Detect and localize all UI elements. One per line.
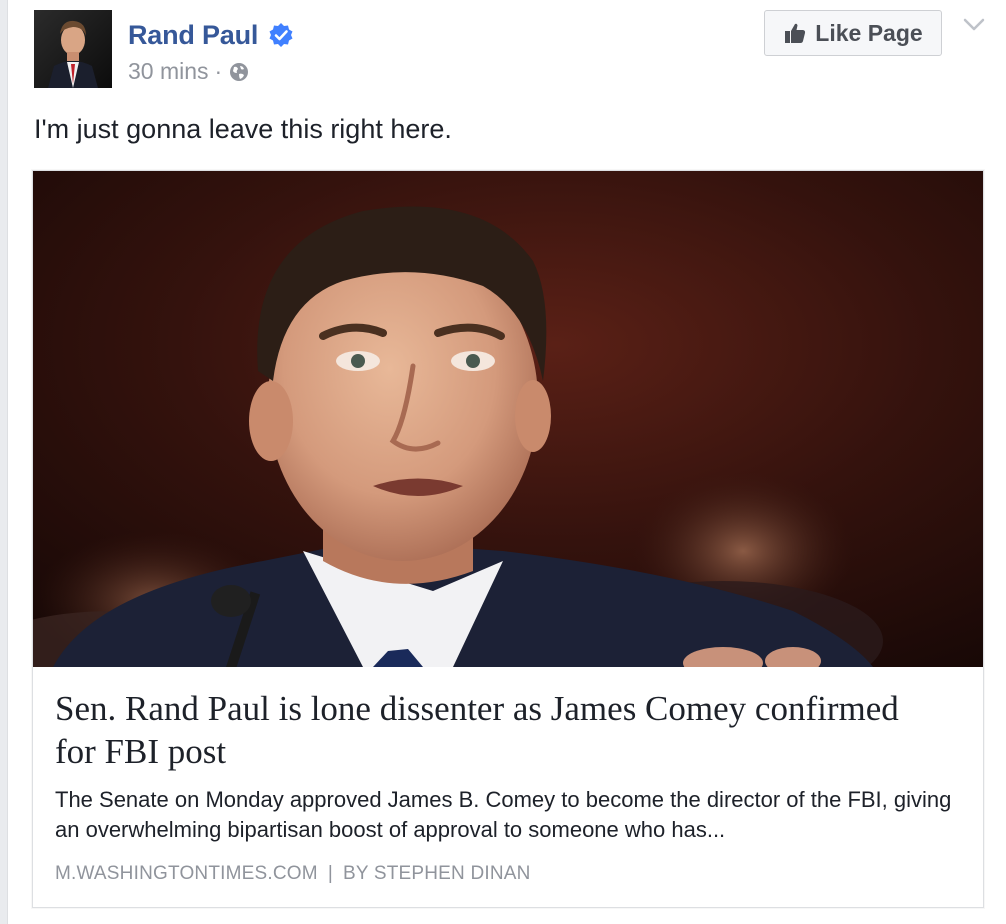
avatar-image: [34, 10, 112, 88]
facebook-post: Rand Paul 30 mins · Like Page I'm just g…: [8, 0, 1006, 924]
author-name[interactable]: Rand Paul: [128, 20, 258, 51]
article-photo: [33, 171, 983, 667]
link-title[interactable]: Sen. Rand Paul is lone dissenter as Jame…: [55, 687, 935, 773]
like-page-label: Like Page: [815, 19, 923, 46]
link-preview-card[interactable]: Sen. Rand Paul is lone dissenter as Jame…: [32, 170, 984, 908]
post-timestamp[interactable]: 30 mins: [128, 58, 209, 85]
post-header: Rand Paul 30 mins · Like Page: [34, 10, 994, 90]
feed-gutter: [0, 0, 8, 924]
source-divider: |: [327, 863, 333, 884]
post-text: I'm just gonna leave this right here.: [34, 114, 452, 144]
avatar[interactable]: [34, 10, 112, 88]
thumbs-up-icon: [785, 23, 806, 43]
globe-icon[interactable]: [228, 61, 250, 83]
chevron-down-icon[interactable]: [962, 16, 986, 34]
link-source: M.WASHINGTONTIMES.COM | BY STEPHEN DINAN: [55, 863, 531, 885]
link-byline: BY STEPHEN DINAN: [342, 863, 531, 884]
link-description: The Senate on Monday approved James B. C…: [55, 787, 952, 842]
link-domain: M.WASHINGTONTIMES.COM: [55, 863, 318, 884]
like-page-button[interactable]: Like Page: [764, 10, 942, 56]
meta-separator: ·: [214, 58, 223, 84]
verified-badge-icon: [269, 23, 293, 47]
post-meta: 30 mins ·: [128, 58, 250, 85]
link-preview-body[interactable]: Sen. Rand Paul is lone dissenter as Jame…: [33, 667, 983, 907]
link-preview-image[interactable]: [33, 171, 983, 667]
